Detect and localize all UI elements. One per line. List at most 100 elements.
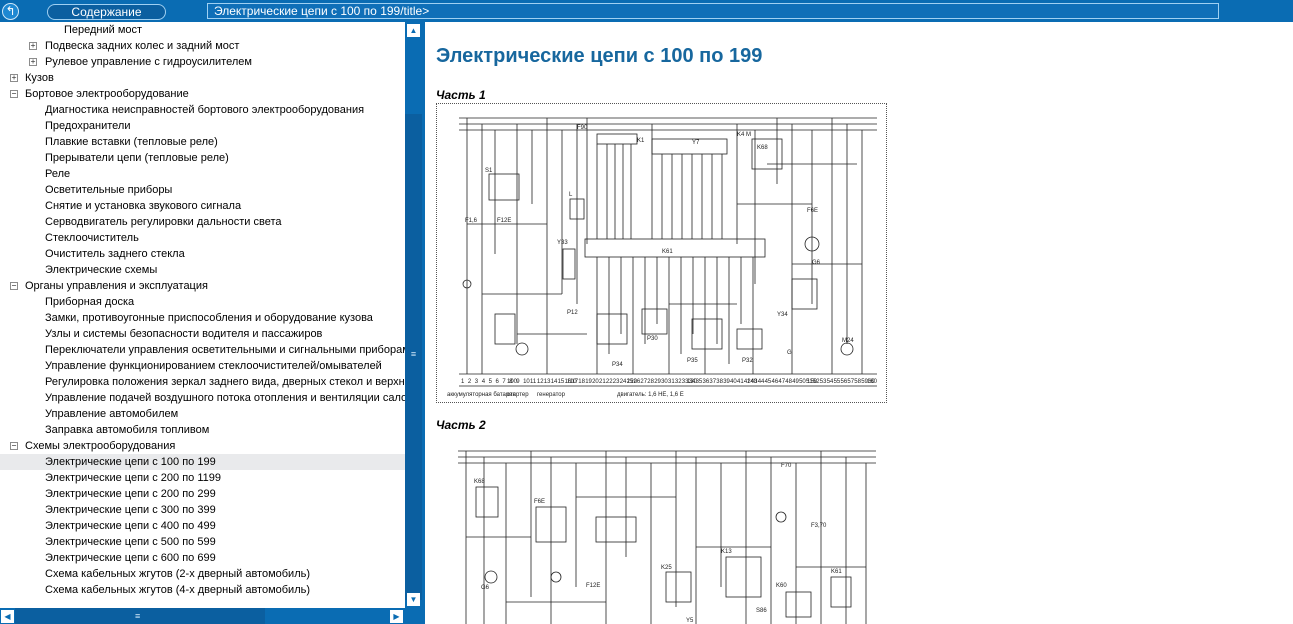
diagram-label: F1,6: [465, 218, 478, 224]
diagram-footer: генератор: [537, 392, 566, 398]
diagram-label: F90: [577, 125, 588, 131]
scrollbar-thumb[interactable]: ≡: [405, 114, 422, 600]
tree-item[interactable]: Управление автомобилем: [0, 406, 405, 422]
diagram-label: F12E: [497, 218, 511, 224]
tree-item-label: Приборная доска: [45, 296, 135, 308]
grip-icon: ≡: [135, 611, 141, 621]
document-view: Электрические цепи с 100 по 199 Часть 1: [425, 22, 1293, 624]
tree-item[interactable]: Заправка автомобиля топливом: [0, 422, 405, 438]
tree-item[interactable]: + Рулевое управление с гидроусилителем: [0, 54, 405, 70]
tree-item-label: Электрические цепи с 100 по 199: [45, 456, 216, 468]
diagram-marker: 120: [627, 379, 638, 385]
tree-item[interactable]: Схема кабельных жгутов (2-х дверный авто…: [0, 566, 405, 582]
tree-item[interactable]: Электрические цепи с 400 по 499: [0, 518, 405, 534]
tree-item-label: Предохранители: [45, 120, 131, 132]
tree-item-label: Стеклоочиститель: [45, 232, 139, 244]
tree-item-label: Электрические цепи с 500 по 599: [45, 536, 216, 548]
tree-item[interactable]: Прерыватели цепи (тепловые реле): [0, 150, 405, 166]
tree-item[interactable]: Осветительные приборы: [0, 182, 405, 198]
diagram-label: Y7: [692, 140, 700, 146]
tree-item-label: Передний мост: [64, 24, 143, 36]
tree-item[interactable]: Управление функционированием стеклоочист…: [0, 358, 405, 374]
diagram-footer: аккумуляторная батарея: [447, 392, 516, 398]
tree-item[interactable]: − Бортовое электрооборудование: [0, 86, 405, 102]
horizontal-scrollbar-thumb[interactable]: ≡: [15, 608, 265, 624]
tree-item-label: Очиститель заднего стекла: [45, 248, 185, 260]
scroll-up-arrow-icon[interactable]: ▲: [407, 24, 420, 37]
collapse-icon[interactable]: −: [10, 90, 18, 98]
diagram-footer: стартер: [507, 392, 529, 398]
tree-horizontal-scrollbar[interactable]: ◀ ≡ ▶: [0, 608, 405, 624]
tree-item[interactable]: Электрические цепи с 200 по 1199: [0, 470, 405, 486]
tree-item[interactable]: Приборная доска: [0, 294, 405, 310]
tree-item-label: Электрические цепи с 400 по 499: [45, 520, 216, 532]
diagram-label: Y5: [686, 618, 694, 624]
diagram-number: 7: [502, 379, 506, 385]
tree-item[interactable]: Регулировка положения зеркал заднего вид…: [0, 374, 405, 390]
tree-item[interactable]: − Схемы электрооборудования: [0, 438, 405, 454]
tree-item-label: Подвеска задних колес и задний мост: [45, 40, 240, 52]
tree-item[interactable]: Очиститель заднего стекла: [0, 246, 405, 262]
tree-item[interactable]: Замки, противоугонные приспособления и о…: [0, 310, 405, 326]
tree-item-label: Электрические цепи с 300 по 399: [45, 504, 216, 516]
scroll-left-arrow-icon[interactable]: ◀: [1, 610, 14, 623]
diagram-label: M24: [842, 338, 854, 344]
tree-item[interactable]: Электрические цепи с 500 по 599: [0, 534, 405, 550]
tree-item[interactable]: Стеклоочиститель: [0, 230, 405, 246]
tree-item-label: Бортовое электрооборудование: [25, 88, 189, 100]
diagram-number: 4: [482, 379, 486, 385]
diagram-label: P30: [647, 336, 658, 342]
tree-item[interactable]: Электрические цепи с 300 по 399: [0, 502, 405, 518]
tree-item[interactable]: Переключатели управления осветительными …: [0, 342, 405, 358]
tree-item[interactable]: Снятие и установка звукового сигнала: [0, 198, 405, 214]
tree-item[interactable]: Диагностика неисправностей бортового эле…: [0, 102, 405, 118]
diagram-label: K68: [757, 145, 768, 151]
diagram-label: P12: [567, 310, 578, 316]
tree-item[interactable]: + Кузов: [0, 70, 405, 86]
tree-item-label: Прерыватели цепи (тепловые реле): [45, 152, 229, 164]
tree-item[interactable]: Плавкие вставки (тепловые реле): [0, 134, 405, 150]
diagram-number: 3: [475, 379, 479, 385]
tree-item-label: Управление функционированием стеклоочист…: [45, 360, 382, 372]
diagram-label: P34: [612, 362, 623, 368]
tree-item[interactable]: Электрические схемы: [0, 262, 405, 278]
back-icon[interactable]: ↰: [2, 3, 19, 20]
tree-vertical-scrollbar[interactable]: ▲ ≡ ▼: [405, 22, 422, 608]
tree-item-label: Органы управления и эксплуатация: [25, 280, 208, 292]
scroll-right-arrow-icon[interactable]: ▶: [390, 610, 403, 623]
collapse-icon[interactable]: −: [10, 442, 18, 450]
tree-item[interactable]: Схема кабельных жгутов (4-х дверный авто…: [0, 582, 405, 598]
diagram-marker: 100: [507, 379, 518, 385]
tree-item[interactable]: Управление подачей воздушного потока ото…: [0, 390, 405, 406]
tree-item-label: Электрические цепи с 600 по 699: [45, 552, 216, 564]
diagram-label: P32: [742, 358, 753, 364]
tree-item[interactable]: Передний мост: [0, 22, 405, 38]
diagram-marker: 140: [747, 379, 758, 385]
tree-item[interactable]: + Подвеска задних колес и задний мост: [0, 38, 405, 54]
diagram-footer: двигатель: 1,6 НЕ, 1,6 Е: [617, 392, 684, 398]
tree-item[interactable]: Узлы и системы безопасности водителя и п…: [0, 326, 405, 342]
expand-icon[interactable]: +: [29, 42, 37, 50]
expand-icon[interactable]: +: [10, 74, 18, 82]
tree-item[interactable]: Электрические цепи с 600 по 699: [0, 550, 405, 566]
contents-tree: Передний мост + Подвеска задних колес и за…: [0, 22, 405, 608]
diagram-label: K4 M: [737, 132, 751, 138]
tree-item-label: Схемы электрооборудования: [25, 440, 176, 452]
tree-item[interactable]: Реле: [0, 166, 405, 182]
tree-item-label: Рулевое управление с гидроусилителем: [45, 56, 252, 68]
tree-item[interactable]: Электрические цепи с 100 по 199: [0, 454, 405, 470]
tree-item[interactable]: Серводвигатель регулировки дальности све…: [0, 214, 405, 230]
tree-item[interactable]: − Органы управления и эксплуатация: [0, 278, 405, 294]
tree-item-label: Схема кабельных жгутов (2-х дверный авто…: [45, 568, 311, 580]
tree-item-label: Кузов: [25, 72, 54, 84]
contents-button[interactable]: Содержание: [47, 4, 166, 20]
collapse-icon[interactable]: −: [10, 282, 18, 290]
diagram-label: K1: [637, 138, 645, 144]
expand-icon[interactable]: +: [29, 58, 37, 66]
tree-item[interactable]: Предохранители: [0, 118, 405, 134]
tree-item-label: Электрические цепи с 200 по 1199: [45, 472, 221, 484]
diagram-label: G6: [812, 260, 821, 266]
tree-item[interactable]: Электрические цепи с 200 по 299: [0, 486, 405, 502]
diagram-label: Y34: [777, 312, 788, 318]
scroll-down-arrow-icon[interactable]: ▼: [407, 593, 420, 606]
